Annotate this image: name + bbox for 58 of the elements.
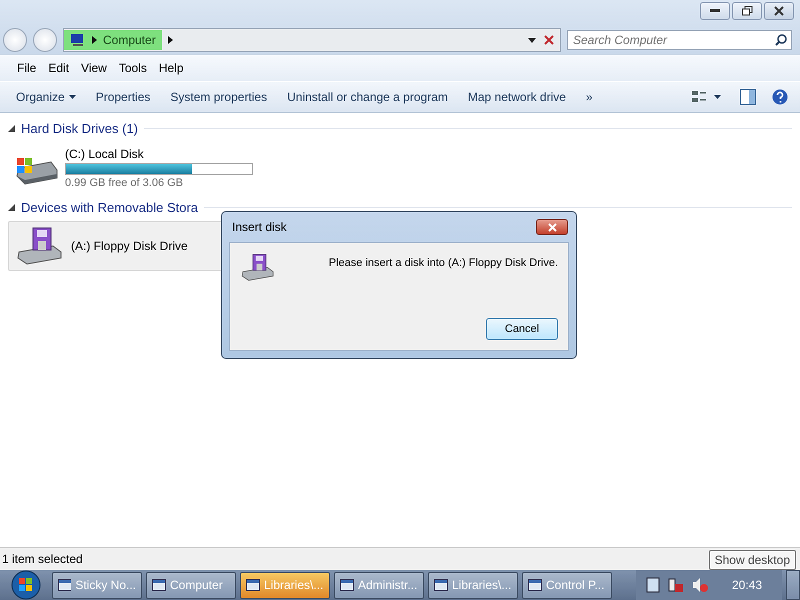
menu-item[interactable]: Edit: [43, 59, 74, 77]
toolbar-button[interactable]: Organize: [8, 87, 84, 107]
document-icon[interactable]: [646, 577, 660, 593]
collapse-arrow-icon[interactable]: [8, 125, 15, 132]
window-icon: [340, 578, 354, 592]
breadcrumb[interactable]: Computer: [64, 30, 162, 50]
dropdown-arrow-icon[interactable]: [528, 38, 536, 42]
network-icon[interactable]: [668, 577, 684, 593]
preview-pane-icon[interactable]: [740, 89, 756, 105]
help-icon[interactable]: [772, 89, 788, 105]
group-header: Hard Disk Drives (1): [21, 121, 138, 136]
breadcrumb-text: Computer: [103, 33, 156, 47]
close-icon: [548, 222, 556, 232]
search-field[interactable]: Search Computer: [567, 30, 792, 50]
toolbar-button[interactable]: Map network drive: [460, 87, 574, 107]
close-button[interactable]: [764, 2, 794, 20]
chevron-icon: [168, 36, 173, 44]
menu-item[interactable]: Help: [154, 59, 189, 77]
floppy-drive-icon: [240, 253, 276, 282]
restore-button[interactable]: [732, 2, 762, 20]
close-icon: [774, 6, 784, 16]
menu-item[interactable]: View: [76, 59, 112, 77]
clock[interactable]: 20:43: [716, 578, 778, 592]
status-text: 1 item selected: [2, 552, 83, 566]
menu-item[interactable]: File: [12, 59, 42, 77]
drive-name: (A:) Floppy Disk Drive: [71, 239, 188, 253]
computer-icon: [70, 33, 86, 47]
toolbar-button[interactable]: Properties: [88, 87, 158, 107]
window-icon: [152, 578, 166, 592]
window-icon: [246, 578, 260, 592]
dialog-message: Please insert a disk into (A:) Floppy Disk Drive.: [328, 256, 558, 271]
caret-icon: [68, 95, 76, 99]
address-bar[interactable]: Computer: [63, 28, 561, 52]
tooltip: Show desktop: [708, 550, 796, 570]
menu-item[interactable]: Tools: [114, 59, 152, 77]
view-options-icon[interactable]: [692, 90, 722, 104]
drive-name: (C:) Local Disk: [65, 147, 145, 161]
minimize-button[interactable]: [700, 2, 730, 20]
window-icon: [528, 578, 542, 592]
show-desktop-button[interactable]: [786, 570, 800, 600]
restore-icon: [742, 6, 752, 16]
start-orb-icon: [10, 570, 42, 600]
chevron-icon: [92, 36, 97, 44]
toolbar-button[interactable]: System properties: [162, 87, 276, 107]
cancel-button[interactable]: Cancel: [486, 318, 558, 340]
close-button[interactable]: [536, 219, 568, 235]
window-icon: [434, 578, 448, 592]
search-icon[interactable]: [775, 34, 787, 46]
free-space-text: 0.99 GB free of 3.06 GB: [65, 177, 184, 189]
window-icon: [58, 578, 72, 592]
minimize-icon: [710, 9, 720, 13]
toolbar-button[interactable]: Uninstall or change a program: [279, 87, 456, 107]
group-header: Devices with Removable Stora: [21, 200, 198, 215]
close-icon[interactable]: [544, 35, 554, 45]
drive-tile[interactable]: (C:) Local Disk 0.99 GB free of 3.06 GB: [8, 142, 262, 194]
collapse-arrow-icon[interactable]: [8, 204, 15, 211]
speaker-muted-icon[interactable]: [692, 577, 708, 593]
toolbar-button[interactable]: »: [578, 87, 601, 107]
